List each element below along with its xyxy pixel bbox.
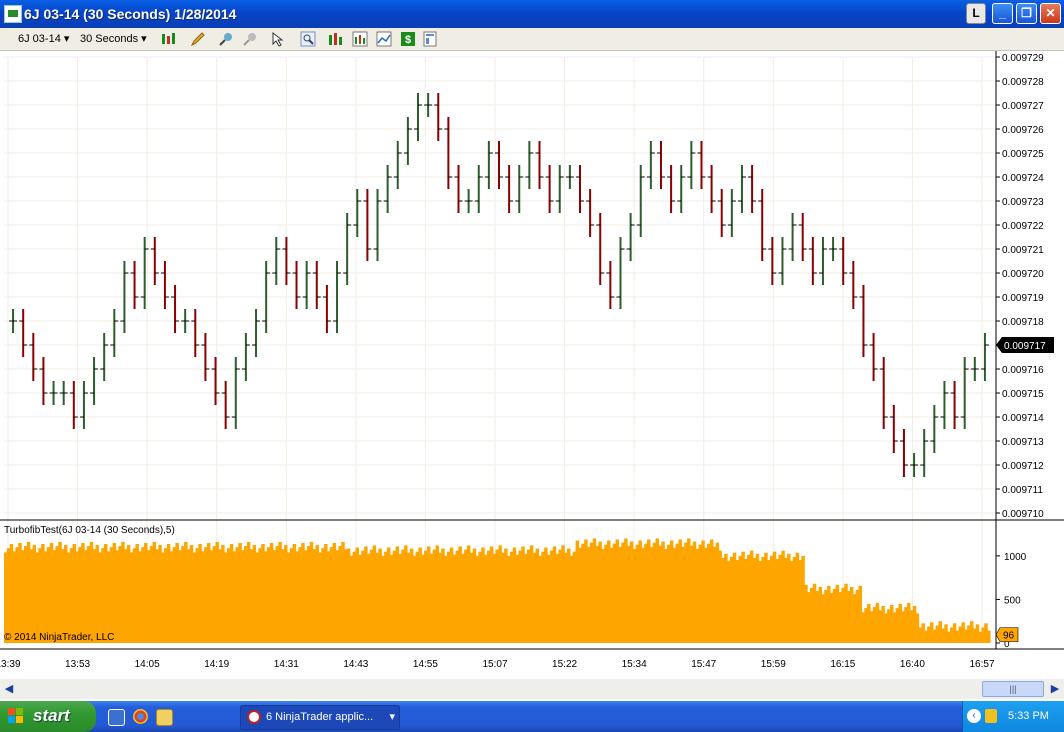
price-axis-label: 0.009711 — [1002, 485, 1043, 496]
windows-taskbar: start 6 NinjaTrader applic... ▾ ‹ 5:33 P… — [0, 701, 1064, 732]
price-axis-label: 0.009712 — [1002, 461, 1044, 472]
time-axis-label: 15:07 — [482, 659, 507, 670]
draw-pencil-icon[interactable] — [190, 31, 206, 47]
restore-button[interactable]: ❐ — [1016, 3, 1037, 24]
link-button[interactable]: L — [966, 3, 986, 24]
start-button[interactable]: start — [0, 701, 96, 732]
shield-icon[interactable] — [985, 709, 997, 723]
close-button[interactable]: ✕ — [1040, 3, 1061, 24]
volume-axis-label: 500 — [1004, 595, 1021, 606]
time-axis-label: 16:57 — [969, 659, 994, 670]
price-axis-label: 0.009718 — [1002, 317, 1044, 328]
price-axis-label: 0.009716 — [1002, 365, 1044, 376]
price-axis-label: 0.009729 — [1002, 53, 1044, 64]
properties-icon[interactable] — [422, 31, 438, 47]
window-title: 6J 03-14 (30 Seconds) 1/28/2014 — [24, 6, 237, 22]
pointer-icon[interactable] — [270, 31, 286, 47]
price-chart[interactable]: 0.009729 0.009728 0.009727 0.009726 0.009725… — [0, 51, 1064, 679]
price-axis-label: 0.009710 — [1002, 509, 1044, 520]
time-axis-label: 15:34 — [622, 659, 647, 670]
price-axis-label: 0.009727 — [1002, 101, 1044, 112]
volume-axis-label: 1000 — [1004, 552, 1027, 563]
price-axis-label: 0.009725 — [1002, 149, 1044, 160]
instrument-selector[interactable]: 6J 03-14 ▾ — [18, 30, 69, 48]
chevron-down-icon: ▾ — [389, 711, 395, 723]
clock: 5:33 PM — [1008, 710, 1049, 722]
current-volume-label: 96 — [1003, 631, 1015, 642]
indicators-icon[interactable] — [352, 31, 368, 47]
bar-style-icon[interactable] — [160, 31, 176, 47]
price-axis-label: 0.009714 — [1002, 413, 1044, 424]
time-axis-label: 15:22 — [552, 659, 577, 670]
price-axis-label: 0.009715 — [1002, 389, 1044, 400]
chart-toolbar: 6J 03-14 ▾ 30 Seconds ▾ $ — [0, 28, 1064, 51]
scroll-left-icon[interactable]: ◀ — [2, 681, 16, 697]
time-axis-label: 13:53 — [65, 659, 90, 670]
time-axis-label: 14:31 — [274, 659, 299, 670]
time-axis-label: 16:15 — [830, 659, 855, 670]
window-titlebar[interactable]: 6J 03-14 (30 Seconds) 1/28/2014 L _ ❐ ✕ — [0, 0, 1064, 28]
taskbar-item-ninjatrader[interactable]: 6 NinjaTrader applic... ▾ — [240, 705, 400, 730]
search-icon[interactable] — [300, 31, 316, 47]
interval-selector[interactable]: 30 Seconds ▾ — [80, 30, 147, 48]
scroll-thumb[interactable]: ||| — [982, 681, 1044, 697]
price-axis-label: 0.009726 — [1002, 125, 1044, 136]
price-axis-label: 0.009719 — [1002, 293, 1044, 304]
horizontal-scrollbar[interactable]: ◀ ||| ▶ — [0, 679, 1064, 699]
zoom-out-icon[interactable] — [242, 31, 258, 47]
ninjatrader-icon — [247, 710, 261, 724]
current-price-label: 0.009717 — [1004, 341, 1046, 352]
time-axis-label: 13:39 — [0, 659, 21, 670]
time-axis-label: 14:55 — [413, 659, 438, 670]
windows-logo-icon — [8, 708, 23, 723]
chart-area[interactable]: 0.009729 0.009728 0.009727 0.009726 0.009725… — [0, 51, 1064, 679]
time-axis-label: 15:59 — [761, 659, 786, 670]
chrome-icon[interactable] — [133, 709, 148, 724]
chevron-left-icon[interactable]: ‹ — [967, 709, 981, 723]
data-series-icon[interactable] — [328, 31, 344, 47]
svg-text:$: $ — [405, 34, 411, 46]
minimize-button[interactable]: _ — [992, 3, 1013, 24]
copyright-label: © 2014 NinjaTrader, LLC — [4, 632, 114, 643]
time-axis-label: 16:40 — [900, 659, 925, 670]
price-axis-label: 0.009723 — [1002, 197, 1044, 208]
price-axis-label: 0.009713 — [1002, 437, 1044, 448]
time-axis-label: 15:47 — [691, 659, 716, 670]
time-axis-label: 14:19 — [204, 659, 229, 670]
folder-icon[interactable] — [156, 709, 173, 726]
price-axis-label: 0.009722 — [1002, 221, 1044, 232]
indicator-label: TurbofibTest(6J 03-14 (30 Seconds),5) — [4, 525, 175, 536]
price-axis-label: 0.009724 — [1002, 173, 1044, 184]
time-axis-label: 14:05 — [135, 659, 160, 670]
strategies-icon[interactable] — [376, 31, 392, 47]
ie-icon[interactable] — [108, 709, 125, 726]
time-axis-label: 14:43 — [343, 659, 368, 670]
zoom-in-icon[interactable] — [218, 31, 234, 47]
price-axis-label: 0.009728 — [1002, 77, 1044, 88]
chart-app-icon — [4, 5, 22, 23]
scroll-right-icon[interactable]: ▶ — [1048, 681, 1062, 697]
dollar-icon[interactable]: $ — [400, 31, 416, 47]
system-tray: ‹ 5:33 PM — [962, 701, 1064, 732]
volume-bar — [987, 630, 991, 643]
price-axis-label: 0.009721 — [1002, 245, 1044, 256]
price-axis-label: 0.009720 — [1002, 269, 1044, 280]
